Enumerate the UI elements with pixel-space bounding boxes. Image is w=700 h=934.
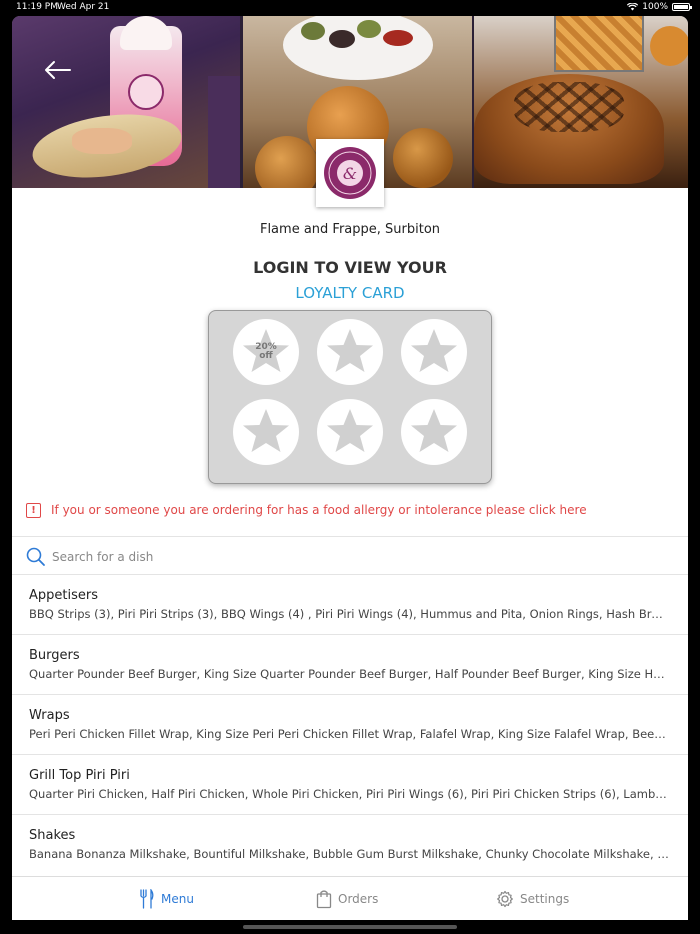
flame-and-frappe-logo: & [324,147,376,199]
loyalty-stamp [233,399,299,465]
menu-category-burgers[interactable]: Burgers Quarter Pounder Beef Burger, Kin… [12,634,688,694]
wifi-icon [627,3,639,11]
tab-settings-label: Settings [520,892,570,906]
app-window: & Flame and Frappe, Surbiton LOGIN TO VI… [12,16,688,920]
battery-percent: 100% [642,2,668,12]
menu-category-appetisers[interactable]: Appetisers BBQ Strips (3), Piri Piri Str… [12,574,688,634]
status-indicators: 100% [627,2,692,12]
star-icon [411,409,457,452]
battery-icon [672,3,692,11]
menu-category-wraps[interactable]: Wraps Peri Peri Chicken Fillet Wrap, Kin… [12,694,688,754]
status-date: Wed Apr 21 [57,2,110,12]
search-icon [26,547,45,566]
loyalty-stamp: 20% off [233,319,299,385]
status-time: 11:19 PM [16,2,58,12]
category-items: Banana Bonanza Milkshake, Bountiful Milk… [29,847,669,861]
gear-icon [497,890,513,908]
search-bar[interactable] [26,544,676,570]
tab-orders-label: Orders [338,892,379,906]
search-input[interactable] [52,550,652,564]
tab-bar: Menu Orders Settings [12,876,688,920]
restaurant-name: Flame and Frappe, Surbiton [259,222,441,237]
loyalty-card: 20% off [208,310,492,484]
back-button[interactable] [40,58,74,82]
star-icon [327,409,373,452]
tab-settings[interactable]: Settings [496,877,569,920]
allergy-notice[interactable]: ! If you or someone you are ordering for… [26,500,676,520]
category-title: Grill Top Piri Piri [29,768,130,783]
menu-category-grill-top-piri-piri[interactable]: Grill Top Piri Piri Quarter Piri Chicken… [12,754,688,814]
category-items: BBQ Strips (3), Piri Piri Strips (3), BB… [29,607,669,621]
category-items: Quarter Pounder Beef Burger, King Size Q… [29,667,669,681]
login-heading: LOGIN TO VIEW YOUR [253,258,447,277]
category-items: Quarter Piri Chicken, Half Piri Chicken,… [29,787,669,801]
home-indicator[interactable] [243,925,457,929]
fork-knife-icon [140,889,154,909]
loyalty-card-link[interactable]: LOYALTY CARD [12,284,688,302]
status-bar: 11:19 PM Wed Apr 21 100% [0,0,700,16]
star-icon [243,409,289,452]
back-arrow-icon [45,61,71,79]
menu-category-shakes[interactable]: Shakes Banana Bonanza Milkshake, Bountif… [12,814,688,874]
loyalty-stamp [401,319,467,385]
loyalty-stamp [317,319,383,385]
loyalty-stamp [401,399,467,465]
divider [12,536,688,537]
burger-fries-photo [474,16,688,188]
loyalty-stamp [317,399,383,465]
category-title: Wraps [29,708,70,723]
tab-orders[interactable]: Orders [316,877,378,920]
restaurant-logo: & [316,139,384,207]
tab-menu-label: Menu [161,892,194,906]
shopping-bag-icon [316,890,332,909]
tab-menu[interactable]: Menu [139,877,194,920]
category-title: Appetisers [29,588,98,603]
star-icon [411,329,457,372]
svg-text:&: & [343,164,357,183]
allergy-notice-text: If you or someone you are ordering for h… [51,503,587,517]
category-title: Burgers [29,648,80,663]
milkshake-wrap-photo [12,16,240,188]
alert-icon: ! [26,502,41,518]
star-icon [327,329,373,372]
category-items: Peri Peri Chicken Fillet Wrap, King Size… [29,727,669,741]
category-title: Shakes [29,828,76,843]
stamp-reward-label: 20% off [255,342,277,361]
